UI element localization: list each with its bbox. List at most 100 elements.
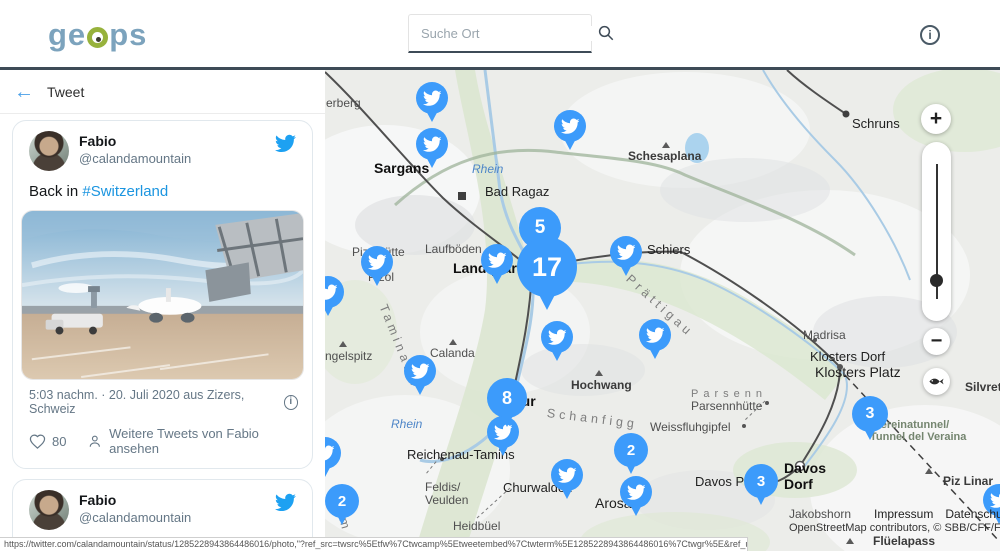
map-label: Klosters Dorf	[810, 349, 885, 364]
twitter-bird-icon	[548, 328, 567, 347]
cluster-count: 8	[502, 388, 512, 409]
tweet-cluster-marker[interactable]: 3	[744, 464, 778, 498]
tweet-cluster-marker[interactable]: 2	[325, 484, 359, 518]
map-label: Weissfluhgipfel	[650, 420, 730, 434]
map-label: Parsennhütte	[691, 399, 762, 413]
datenschutz-link[interactable]: Datenschutz	[945, 507, 1000, 521]
tweet-marker[interactable]	[620, 476, 652, 508]
plus-icon: +	[930, 107, 942, 131]
peak-triangle-icon	[595, 370, 603, 376]
twitter-bird-icon	[411, 362, 430, 381]
map-attribution: OpenStreetMap contributors, © SBB/CFF/FF…	[789, 522, 1000, 534]
map-label: Feldis/	[425, 480, 460, 494]
zoom-slider[interactable]	[922, 142, 951, 321]
logo-text-post: ps	[109, 17, 147, 53]
twitter-bird-icon	[325, 283, 337, 302]
twitter-bird-icon[interactable]	[275, 133, 296, 154]
tweet-author-name[interactable]: Fabio	[79, 133, 275, 149]
browser-status-bar: https://twitter.com/calandamountain/stat…	[0, 537, 748, 551]
like-count: 80	[52, 434, 66, 449]
poi-dot	[765, 401, 769, 405]
tweet-marker[interactable]	[416, 82, 448, 114]
tweet-marker[interactable]	[361, 246, 393, 278]
map-label: Davos Pl	[695, 474, 747, 489]
twitter-bird-icon[interactable]	[275, 492, 296, 513]
hashtag-link[interactable]: #Switzerland	[82, 183, 168, 200]
tweet-author-handle[interactable]: @calandamountain	[79, 151, 275, 166]
panel-header: ← Tweet	[0, 70, 325, 114]
tweet-header: Fabio @calandamountain	[13, 480, 312, 530]
tweet-cluster-marker[interactable]: 2	[614, 433, 648, 467]
person-icon	[87, 433, 103, 450]
tweet-marker[interactable]	[404, 355, 436, 387]
search-box	[408, 14, 592, 53]
minus-icon: −	[931, 330, 943, 353]
cluster-count: 2	[627, 442, 635, 459]
tweet-cluster-marker[interactable]: 8	[487, 378, 527, 418]
map-label: Silvrett	[965, 380, 1000, 394]
tweet-card[interactable]: Fabio @calandamountain Back in #Switzerl…	[12, 120, 313, 469]
twitter-bird-icon	[325, 444, 334, 463]
panel-title: Tweet	[47, 84, 84, 100]
tweet-text: Back in #Switzerland	[13, 171, 312, 200]
map-label: Schruns	[852, 116, 900, 131]
tweet-author-handle[interactable]: @calandamountain	[79, 510, 275, 525]
tweet-marker[interactable]	[481, 244, 513, 276]
tweet-info-icon[interactable]: i	[284, 395, 298, 410]
tweet-marker[interactable]	[610, 236, 642, 268]
fish-icon	[928, 373, 945, 390]
avatar[interactable]	[29, 490, 69, 530]
back-button[interactable]: ←	[14, 82, 34, 102]
peak-triangle-icon	[925, 468, 933, 474]
zoom-slider-handle[interactable]	[930, 274, 943, 287]
tweet-marker[interactable]	[554, 110, 586, 142]
twitter-bird-icon	[646, 326, 665, 345]
tweet-marker[interactable]	[639, 319, 671, 351]
peak-triangle-icon	[846, 538, 854, 544]
tweet-author-name[interactable]: Fabio	[79, 492, 275, 508]
tweet-photo[interactable]	[21, 210, 304, 380]
heart-icon	[29, 433, 46, 450]
cluster-count: 3	[757, 473, 765, 490]
map-canvas[interactable]: erbergSargansRheinBad RagazSchrunsSchesa…	[325, 70, 1000, 551]
map-label: Flüelapass	[873, 534, 935, 548]
tweet-cluster-marker[interactable]: 3	[852, 396, 888, 432]
logo-text-pre: ge	[48, 17, 86, 53]
map-label: Davos	[784, 460, 826, 476]
twitter-bird-icon	[627, 483, 646, 502]
more-tweets-link[interactable]: Weitere Tweets von Fabio ansehen	[87, 426, 296, 456]
zoom-in-button[interactable]: +	[921, 104, 951, 134]
twitter-bird-icon	[558, 466, 577, 485]
app-header: geps i	[0, 0, 1000, 70]
map-label: Hochwang	[571, 378, 632, 392]
twitter-bird-icon	[617, 243, 636, 262]
search-icon	[597, 24, 615, 42]
tweet-cluster-marker[interactable]: 17	[517, 237, 577, 297]
twitter-bird-icon	[488, 251, 507, 270]
tweet-marker[interactable]	[416, 128, 448, 160]
map-label: Calanda	[430, 346, 475, 360]
map-label: Schiers	[647, 242, 690, 257]
twitter-bird-icon	[561, 117, 580, 136]
info-icon: i	[928, 28, 931, 42]
avatar[interactable]	[29, 131, 69, 171]
tweet-marker[interactable]	[541, 321, 573, 353]
header-info-button[interactable]: i	[920, 25, 940, 45]
impressum-link[interactable]: Impressum	[874, 507, 933, 521]
more-tweets-label: Weitere Tweets von Fabio ansehen	[109, 426, 296, 456]
tweet-marker[interactable]	[551, 459, 583, 491]
baselayer-toggle-button[interactable]	[923, 368, 950, 395]
map-label: Schesaplana	[628, 149, 701, 163]
peak-triangle-icon	[662, 142, 670, 148]
cluster-count: 3	[866, 405, 875, 423]
map-label: Rhein	[472, 162, 503, 176]
zoom-out-button[interactable]: −	[923, 328, 950, 355]
airport-photo-illustration	[22, 211, 303, 379]
search-button[interactable]	[597, 24, 615, 42]
like-group[interactable]: 80	[29, 433, 66, 450]
search-input[interactable]	[421, 26, 597, 41]
twitter-bird-icon	[423, 89, 442, 108]
tweet-panel: ← Tweet Fabio @calandamountain Back in #…	[0, 70, 325, 551]
map-label: Laufböden	[425, 242, 482, 256]
map-label: Dorf	[784, 476, 813, 492]
